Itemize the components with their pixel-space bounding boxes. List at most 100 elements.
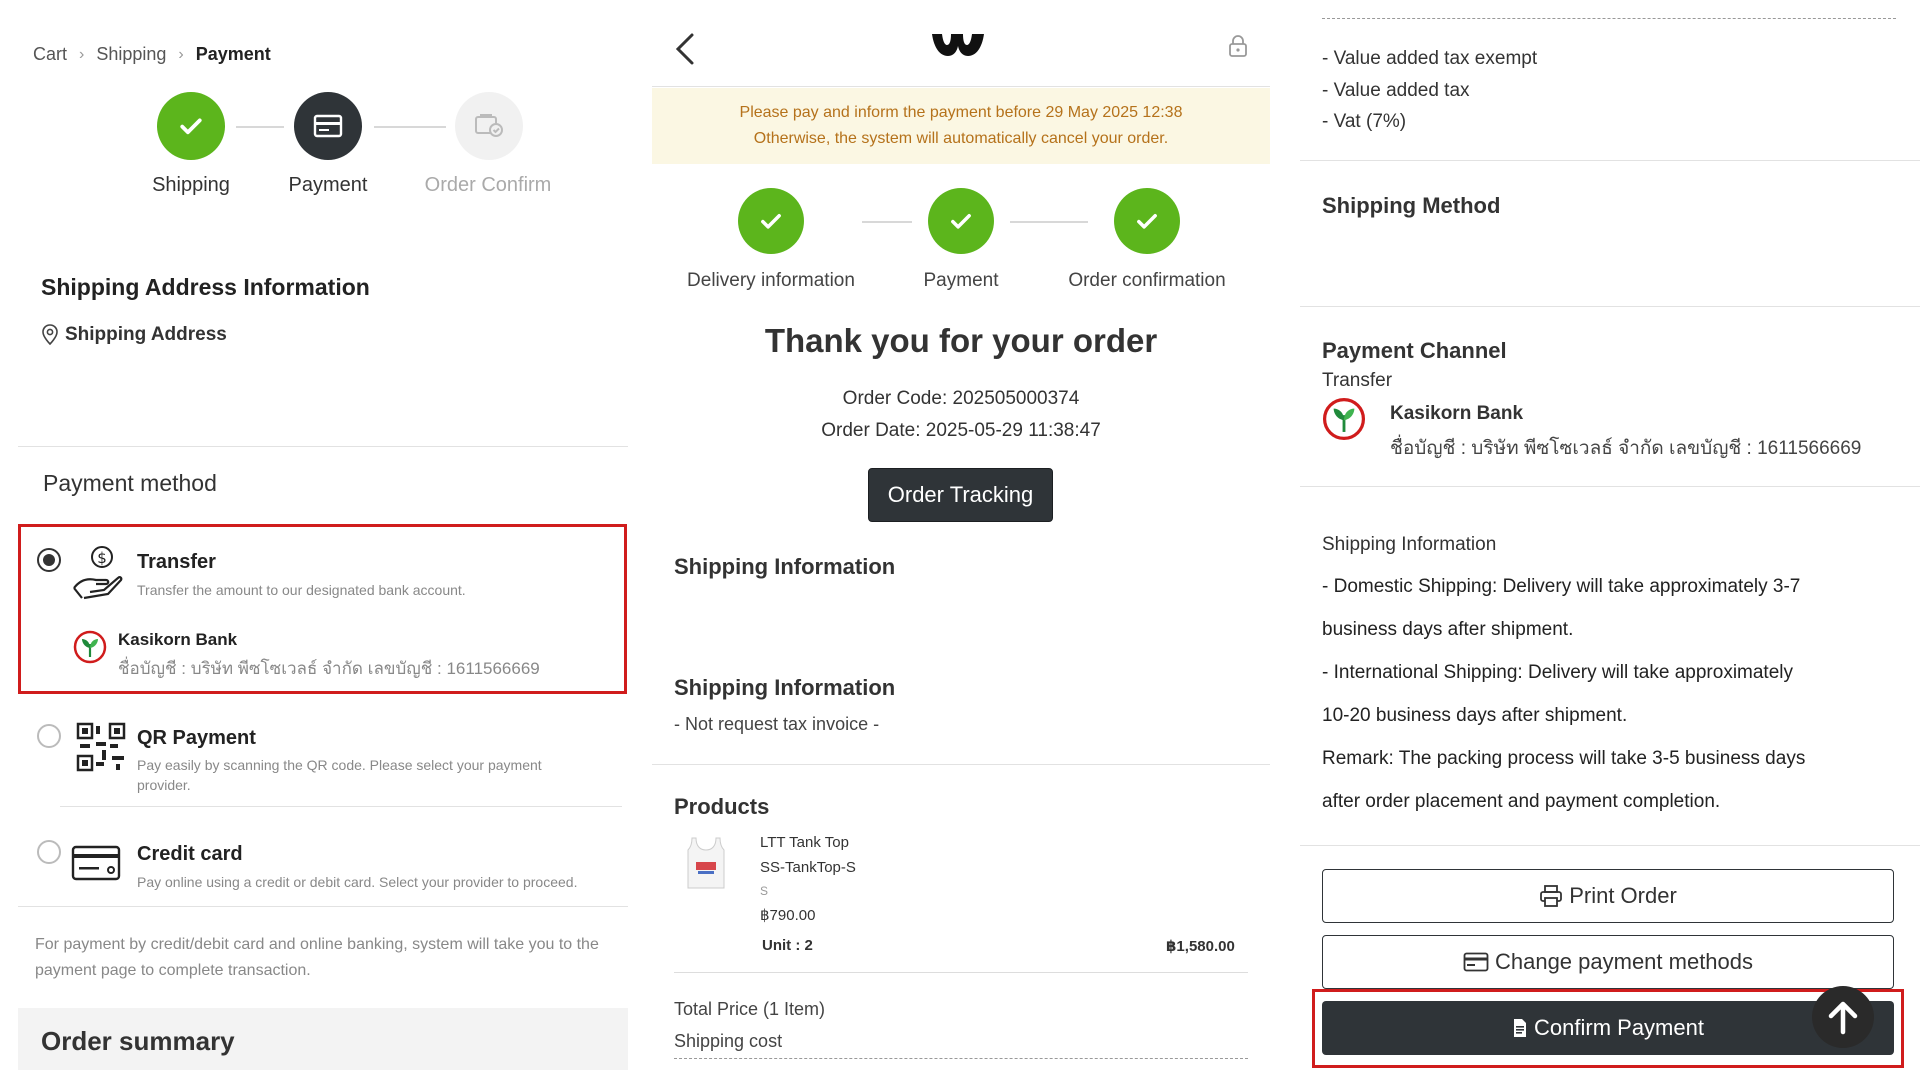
divider bbox=[674, 972, 1248, 973]
step-connector bbox=[236, 126, 284, 128]
order-detail-panel: - Value added tax exempt - Value added t… bbox=[1300, 0, 1920, 1080]
shipping-info-title: Shipping Information bbox=[1322, 534, 1497, 555]
billing-info-title: Shipping Information bbox=[674, 675, 896, 700]
order-summary-bar[interactable]: Order summary bbox=[18, 1008, 628, 1070]
scroll-to-top-button[interactable] bbox=[1812, 986, 1874, 1048]
divider bbox=[1300, 486, 1920, 487]
payment-channel-value: Transfer bbox=[1322, 370, 1393, 391]
transfer-desc: Transfer the amount to our designated ba… bbox=[137, 582, 466, 598]
lock-icon bbox=[1227, 34, 1249, 63]
confirm-payment-button[interactable]: Confirm Payment bbox=[1322, 1001, 1894, 1055]
print-order-button[interactable]: Print Order bbox=[1322, 869, 1894, 923]
map-pin-icon bbox=[42, 324, 58, 346]
product-name[interactable]: LTT Tank Top bbox=[760, 834, 849, 851]
step-label-confirmation: Order confirmation bbox=[1068, 270, 1226, 291]
order-tracking-button[interactable]: Order Tracking bbox=[868, 468, 1053, 522]
dashed-divider bbox=[1322, 18, 1896, 19]
step-label-shipping: Shipping bbox=[152, 174, 230, 196]
divider bbox=[60, 806, 622, 807]
vat-7: - Vat (7%) bbox=[1322, 111, 1407, 132]
dashed-divider bbox=[674, 1058, 1248, 1059]
total-price-label: Total Price (1 Item) bbox=[674, 999, 826, 1019]
card-icon bbox=[71, 845, 121, 886]
step-connector bbox=[862, 221, 912, 223]
step-shipping-check-icon bbox=[157, 92, 225, 160]
shipping-line: - Domestic Shipping: Delivery will take … bbox=[1322, 576, 1801, 597]
order-code: Order Code: 202505000374 bbox=[842, 388, 1080, 409]
bank-account: ชื่อบัญชี : บริษัท พีซโซเวลธ์ จำกัด เลขบ… bbox=[1390, 438, 1862, 459]
kbank-logo-icon bbox=[73, 630, 107, 669]
vat: - Value added tax bbox=[1322, 80, 1470, 101]
warning-line-2: Otherwise, the system will automatically… bbox=[753, 130, 1169, 147]
divider bbox=[1300, 306, 1920, 307]
shipping-info-title: Shipping Information bbox=[674, 554, 896, 579]
print-order-label: Print Order bbox=[1569, 883, 1677, 908]
order-summary-title: Order summary bbox=[41, 1026, 235, 1056]
vat-exempt: - Value added tax exempt bbox=[1322, 48, 1538, 69]
shipping-line: 10-20 business days after shipment. bbox=[1322, 705, 1628, 726]
thank-you-heading: Thank you for your order bbox=[764, 322, 1158, 359]
divider bbox=[1300, 160, 1920, 161]
credit-card-icon bbox=[1463, 952, 1489, 972]
divider bbox=[652, 86, 1270, 87]
product-thumbnail[interactable] bbox=[686, 836, 726, 895]
check-icon bbox=[1114, 188, 1180, 254]
bank-name: Kasikorn Bank bbox=[1390, 403, 1524, 424]
payment-note: For payment by credit/debit card and onl… bbox=[35, 936, 599, 979]
payment-deadline-warning: Please pay and inform the payment before… bbox=[652, 88, 1270, 164]
order-confirm-icon bbox=[455, 92, 523, 160]
kbank-account: ชื่อบัญชี : บริษัท พีซโซเวลธ์ จำกัด เลขบ… bbox=[118, 659, 540, 678]
qr-radio[interactable] bbox=[37, 724, 61, 748]
order-date: Order Date: 2025-05-29 11:38:47 bbox=[821, 420, 1101, 441]
arrow-up-icon bbox=[1828, 1001, 1858, 1035]
breadcrumb: Cart › Shipping › Payment bbox=[33, 44, 271, 65]
product-line-total: ฿1,580.00 bbox=[1166, 938, 1235, 955]
transfer-title: Transfer bbox=[137, 551, 216, 573]
tax-invoice-status: - Not request tax invoice - bbox=[674, 714, 880, 734]
shipping-address-row: Shipping Address bbox=[41, 324, 227, 346]
shipping-address-label: Shipping Address bbox=[65, 324, 227, 345]
change-payment-label: Change payment methods bbox=[1494, 949, 1754, 974]
back-arrow-icon[interactable] bbox=[672, 32, 698, 71]
check-icon bbox=[928, 188, 994, 254]
kbank-logo-icon bbox=[1322, 397, 1366, 446]
payment-method-title: Payment method bbox=[43, 470, 217, 496]
product-size: S bbox=[760, 884, 769, 898]
credit-radio[interactable] bbox=[37, 840, 61, 864]
qr-code-icon bbox=[76, 722, 126, 777]
product-unit: Unit : 2 bbox=[762, 937, 813, 954]
payment-selection-panel: Cart › Shipping › Payment Shipping Payme… bbox=[0, 0, 640, 1080]
step-label-payment: Payment bbox=[923, 270, 999, 291]
product-price: ฿790.00 bbox=[760, 907, 816, 924]
divider bbox=[652, 764, 1270, 765]
step-connector bbox=[374, 126, 446, 128]
breadcrumb-payment: Payment bbox=[195, 44, 271, 64]
shipping-cost-label: Shipping cost bbox=[674, 1031, 783, 1051]
chevron-right-icon: › bbox=[178, 45, 184, 63]
breadcrumb-shipping[interactable]: Shipping bbox=[96, 44, 166, 65]
breadcrumb-cart[interactable]: Cart bbox=[33, 44, 67, 65]
step-connector bbox=[1010, 221, 1088, 223]
money-hand-icon: $ bbox=[70, 544, 126, 605]
shipping-address-title: Shipping Address Information bbox=[41, 274, 370, 300]
qr-desc: Pay easily by scanning the QR code. Plea… bbox=[137, 757, 542, 793]
shipping-line: after order placement and payment comple… bbox=[1322, 791, 1721, 812]
product-sku: SS-TankTop-S bbox=[760, 859, 856, 876]
brand-logo bbox=[930, 34, 1004, 63]
payment-channel-title: Payment Channel bbox=[1322, 338, 1507, 363]
step-label-payment: Payment bbox=[288, 174, 368, 196]
printer-icon bbox=[1540, 885, 1563, 907]
order-confirmation-panel: Please pay and inform the payment before… bbox=[652, 0, 1270, 1080]
products-title: Products bbox=[674, 794, 770, 819]
transfer-radio[interactable] bbox=[37, 548, 61, 572]
check-icon bbox=[738, 188, 804, 254]
credit-title: Credit card bbox=[137, 843, 243, 865]
confirm-payment-label: Confirm Payment bbox=[1534, 1015, 1704, 1040]
svg-text:$: $ bbox=[97, 549, 107, 567]
shipping-method-title: Shipping Method bbox=[1322, 193, 1501, 218]
shipping-line: - International Shipping: Delivery will … bbox=[1322, 662, 1794, 683]
change-payment-button[interactable]: Change payment methods bbox=[1322, 935, 1894, 989]
step-label-confirm: Order Confirm bbox=[424, 174, 552, 196]
credit-card-icon bbox=[294, 92, 362, 160]
divider bbox=[18, 446, 628, 447]
